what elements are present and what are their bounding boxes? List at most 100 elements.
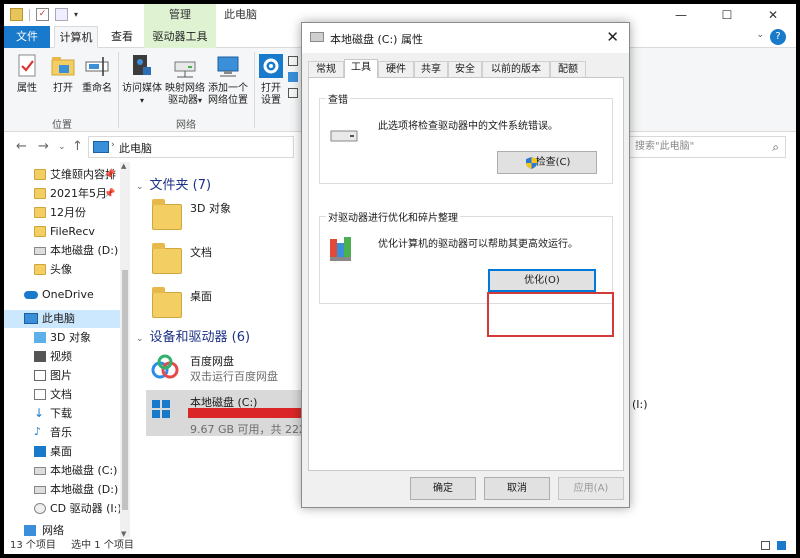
error-check-group: 查错 此选项将检查驱动器中的文件系统错误。 检查(C) (319, 91, 613, 184)
nav-quick-item[interactable]: 本地磁盘 (D:) (4, 242, 120, 260)
error-check-desc: 此选项将检查驱动器中的文件系统错误。 (378, 121, 558, 132)
add-network-location-button[interactable]: 添加一个 网络位置 (206, 52, 250, 107)
tab-general[interactable]: 常规 (308, 61, 344, 78)
scrollbar-thumb[interactable] (122, 270, 128, 510)
chevron-down-icon: ⌄ (136, 182, 144, 192)
3d-objects-icon (34, 332, 46, 343)
folder-icon (34, 169, 46, 180)
shield-icon (526, 157, 537, 169)
address-path: 此电脑 (119, 142, 152, 155)
defrag-icon (328, 235, 354, 263)
drive-icon (330, 129, 360, 143)
tab-previous-versions[interactable]: 以前的版本 (482, 61, 550, 78)
tab-hardware[interactable]: 硬件 (378, 61, 414, 78)
open-button[interactable]: 打开 (46, 52, 80, 95)
check-button[interactable]: 检查(C) (497, 151, 597, 174)
dialog-close-icon[interactable]: ✕ (606, 28, 619, 46)
nav-pc-item[interactable]: 3D 对象 (4, 329, 120, 347)
chevron-right-icon[interactable]: › (111, 140, 115, 150)
nav-pc-item[interactable]: CD 驱动器 (I:) (4, 500, 122, 518)
nav-scrollbar[interactable]: ▲ ▼ (120, 162, 130, 538)
nav-onedrive[interactable]: OneDrive (4, 286, 120, 304)
chevron-down-icon[interactable]: ⌄ (756, 30, 764, 40)
tab-computer[interactable]: 计算机 (54, 26, 98, 48)
tab-view[interactable]: 查看 (102, 26, 142, 48)
manage-icon[interactable] (288, 88, 298, 98)
dialog-title: 本地磁盘 (C:) 属性 (330, 33, 423, 46)
search-placeholder: 搜索"此电脑" (635, 141, 695, 152)
rename-button[interactable]: 重命名 (80, 52, 114, 95)
new-folder-icon[interactable] (55, 8, 68, 21)
tab-drive-tools[interactable]: 驱动器工具 (144, 26, 216, 48)
3d-objects-folder-icon[interactable] (152, 199, 182, 230)
nav-pc-item[interactable]: 视频 (4, 348, 120, 366)
nav-pc-item[interactable]: ↓ 下载 (4, 405, 120, 423)
nav-quick-item[interactable]: 2021年5月 📌 (4, 185, 120, 203)
nav-quick-item[interactable]: 头像 (4, 261, 120, 279)
baidu-netdisk-name[interactable]: 百度网盘 (190, 353, 234, 369)
system-properties-icon[interactable] (288, 72, 298, 82)
map-network-drive-button[interactable]: 映射网络 驱动器▾ (164, 52, 206, 107)
desktop-folder-icon[interactable] (152, 287, 182, 318)
access-media-button[interactable]: 访问媒体▾ (122, 52, 162, 107)
tab-quota[interactable]: 配额 (550, 61, 586, 78)
details-view-icon[interactable] (761, 541, 770, 550)
up-arrow-icon[interactable]: ↑ (72, 139, 83, 154)
search-icon: ⌕ (772, 140, 779, 154)
nav-pc-item[interactable]: 桌面 (4, 443, 120, 461)
scroll-up-icon[interactable]: ▲ (121, 162, 126, 170)
properties-check-icon[interactable]: ✓ (36, 8, 49, 21)
tab-security[interactable]: 安全 (448, 61, 482, 78)
folders-section-header[interactable]: ⌄ 文件夹 (7) (136, 174, 211, 193)
devices-section-header[interactable]: ⌄ 设备和驱动器 (6) (136, 326, 250, 345)
uninstall-icon[interactable] (288, 56, 298, 66)
forward-arrow-icon[interactable]: → (38, 139, 49, 154)
properties-button[interactable]: 属性 (10, 52, 44, 95)
chevron-down-icon: ⌄ (136, 334, 144, 344)
maximize-button[interactable]: ☐ (704, 4, 750, 26)
folder-icon (34, 226, 46, 237)
nav-quick-item[interactable]: 艾维颐内容排 📌 (4, 166, 120, 184)
chevron-down-icon: ▾ (139, 96, 144, 105)
cd-drive-label[interactable]: (I:) (632, 398, 648, 411)
back-arrow-icon[interactable]: ← (16, 139, 27, 154)
optimize-button[interactable]: 优化(O) (488, 269, 596, 292)
nav-pc-item[interactable]: ♪ 音乐 (4, 424, 120, 442)
folder-label[interactable]: 3D 对象 (190, 200, 231, 216)
help-icon[interactable]: ? (770, 29, 786, 45)
tab-file[interactable]: 文件 (4, 26, 50, 48)
manage-context-tab[interactable]: 管理 (144, 4, 216, 26)
nav-quick-item[interactable]: FileRecv (4, 223, 120, 241)
nav-pc-item[interactable]: 图片 (4, 367, 120, 385)
open-settings-button[interactable]: 打开 设置 (256, 52, 286, 107)
nav-pc-item[interactable]: 本地磁盘 (D:) (4, 481, 120, 499)
cancel-button[interactable]: 取消 (484, 477, 550, 500)
ok-button[interactable]: 确定 (410, 477, 476, 500)
large-icons-view-icon[interactable] (777, 541, 786, 550)
tab-tools[interactable]: 工具 (344, 59, 378, 78)
scroll-down-icon[interactable]: ▼ (121, 530, 126, 538)
tab-sharing[interactable]: 共享 (414, 61, 448, 78)
minimize-button[interactable]: — (658, 4, 704, 26)
baidu-netdisk-icon[interactable] (150, 352, 180, 382)
video-icon (34, 351, 46, 362)
documents-folder-icon[interactable] (152, 243, 182, 274)
recent-dropdown-icon[interactable]: ⌄ (58, 142, 66, 152)
nav-pc-item[interactable]: 文档 (4, 386, 120, 404)
qat-dropdown-icon[interactable]: ▾ (74, 10, 78, 19)
folder-label[interactable]: 桌面 (190, 288, 212, 304)
nav-quick-item[interactable]: 12月份 (4, 204, 120, 222)
item-count: 13 个项目 (10, 540, 56, 551)
folder-label[interactable]: 文档 (190, 244, 212, 260)
nav-this-pc[interactable]: 此电脑 (4, 310, 120, 328)
address-bar[interactable]: › 此电脑 (88, 136, 294, 158)
apply-button[interactable]: 应用(A) (558, 477, 624, 500)
download-arrow-icon: ↓ (34, 406, 45, 420)
window-controls: — ☐ ✕ (658, 4, 796, 26)
computer-icon (93, 141, 109, 153)
status-bar: 13 个项目 选中 1 个项目 (4, 538, 796, 554)
group-location: 位置 (52, 120, 72, 131)
close-button[interactable]: ✕ (750, 4, 796, 26)
search-box[interactable]: 搜索"此电脑" ⌕ (624, 136, 786, 158)
nav-pc-item[interactable]: 本地磁盘 (C:) (4, 462, 120, 480)
